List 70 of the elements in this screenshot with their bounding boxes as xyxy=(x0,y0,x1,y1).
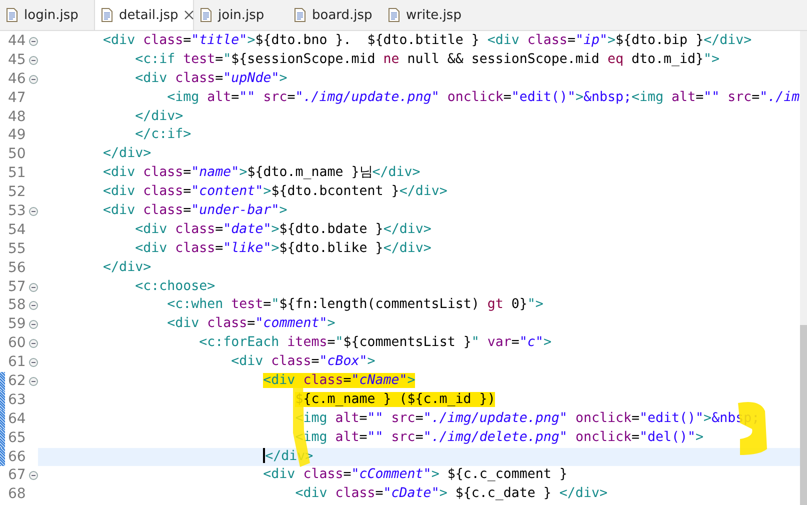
code-line: <div class="name">${dto.m_name }님</div> xyxy=(102,164,422,182)
line-number: 45 xyxy=(7,50,27,70)
line-number: 57 xyxy=(7,278,27,296)
code-line: <div class="title">${dto.bno }. ${dto.btitle } <div class="ip">${dto.bip }</div> xyxy=(102,32,753,50)
code-line: <div class="content">${dto.bcontent }</div> xyxy=(102,183,448,202)
line-number: 67 xyxy=(7,466,27,486)
editor-tab[interactable]: join.jsp xyxy=(194,0,288,30)
line-number: 59 xyxy=(7,315,27,334)
line-number: 56 xyxy=(7,258,27,278)
code-line: <div class="upNde"> xyxy=(134,70,288,88)
fold-icon[interactable] xyxy=(29,36,38,46)
line-number: 52 xyxy=(7,183,27,202)
fold-icon[interactable] xyxy=(29,206,38,216)
fold-icon[interactable] xyxy=(29,339,38,348)
code-line: </div> xyxy=(134,108,184,126)
editor-tab[interactable]: write.jsp xyxy=(382,0,476,30)
line-number: 68 xyxy=(7,485,27,504)
code-line: <div class="under-bar"> xyxy=(102,202,288,220)
fold-icon[interactable] xyxy=(29,320,38,330)
code-line: <div class="comment"> xyxy=(166,315,336,334)
line-number: 62 xyxy=(7,372,27,391)
code-line: </div> xyxy=(102,145,152,164)
line-number: 60 xyxy=(7,334,27,354)
line-number: 54 xyxy=(7,220,27,240)
file-icon xyxy=(200,8,212,22)
fold-icon[interactable] xyxy=(29,471,38,480)
line-number: 58 xyxy=(7,296,27,316)
editor-tab[interactable]: login.jsp xyxy=(0,0,94,30)
code-line: </div> xyxy=(102,258,152,277)
code-line: <div class="date">${dto.bdate }</div> xyxy=(134,220,432,239)
file-icon xyxy=(294,8,306,22)
fold-icon[interactable] xyxy=(29,56,38,65)
code-line: <c:if test="${sessionScope.mid ne null && sessionScope.mid eq dto.m_id}"> xyxy=(134,50,721,69)
line-number: 50 xyxy=(7,145,27,164)
close-icon[interactable] xyxy=(184,10,194,20)
line-number: 53 xyxy=(7,202,27,221)
code-line: <div class="like">${dto.blike }</div> xyxy=(134,240,432,258)
code-line: </c:if> xyxy=(134,126,192,144)
line-number: 61 xyxy=(7,353,27,372)
line-number: 47 xyxy=(7,88,27,108)
line-number: 64 xyxy=(7,410,27,429)
code-line: <div class="cBox"> xyxy=(230,353,376,372)
line-number: 51 xyxy=(7,164,27,184)
line-number: 65 xyxy=(7,428,27,448)
code-line: <img alt="" src="./img/update.png" onclick="edit()">&nbsp;<img alt="" src="./im xyxy=(166,88,800,107)
line-number: 63 xyxy=(7,390,27,410)
file-icon xyxy=(6,8,18,22)
fold-icon[interactable] xyxy=(29,358,38,368)
file-icon xyxy=(101,8,113,22)
code-line: <c:choose> xyxy=(134,278,216,296)
line-number: 46 xyxy=(7,70,27,89)
code-line: <div class="cComment"> ${c.c_comment } xyxy=(262,466,568,484)
scrollbar-thumb[interactable] xyxy=(800,325,807,505)
fold-icon[interactable] xyxy=(29,74,38,84)
editor-tab[interactable]: detail.jsp xyxy=(94,0,194,30)
line-number: 44 xyxy=(7,32,27,51)
line-number: 55 xyxy=(7,240,27,259)
line-number: 48 xyxy=(7,108,27,126)
code-line: <div class="cDate"> ${c.c_date } </div> xyxy=(294,485,608,504)
code-line: <c:forEach items="${commentsList }" var="c"> xyxy=(198,334,552,352)
fold-icon[interactable] xyxy=(29,301,38,310)
code-line: <c:when test="${fn:length(commentsList) gt 0}"> xyxy=(166,296,544,314)
fold-icon[interactable] xyxy=(29,376,38,386)
editor-tab[interactable]: board.jsp xyxy=(288,0,382,30)
line-number: 49 xyxy=(7,126,27,146)
text-cursor xyxy=(263,448,266,464)
line-number: 66 xyxy=(7,448,27,466)
file-icon xyxy=(388,8,400,22)
scrollbar[interactable] xyxy=(800,31,807,505)
fold-icon[interactable] xyxy=(29,282,38,292)
